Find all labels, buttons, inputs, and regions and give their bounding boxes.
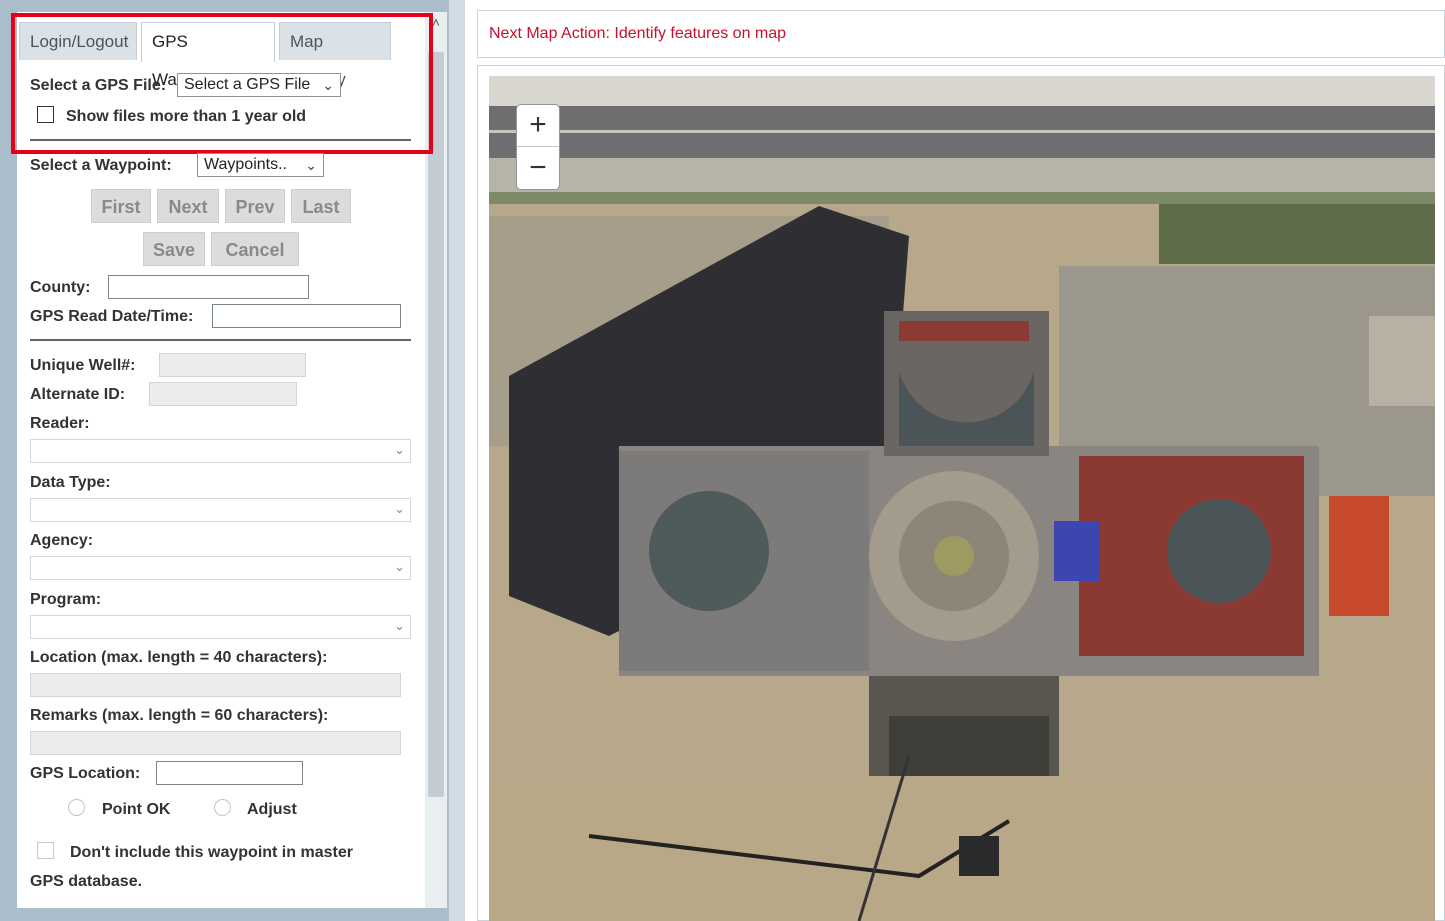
remarks-input[interactable] [30,731,401,755]
gps-file-select-value: Select a GPS File [184,76,311,93]
program-label: Program: [30,591,102,608]
gps-read-datetime-input[interactable] [212,304,401,328]
remarks-label: Remarks (max. length = 60 characters): [30,707,329,724]
panel-scrollbar[interactable]: ˄ [425,12,447,908]
chevron-down-icon: ⌄ [322,77,334,93]
panel-divider[interactable] [449,0,465,921]
adjust-label: Adjust [247,801,297,818]
first-button[interactable]: First [91,189,151,223]
gps-file-label: Select a GPS File: [30,77,167,94]
last-button[interactable]: Last [291,189,351,223]
chevron-down-icon: ⌄ [394,501,405,516]
location-label: Location (max. length = 40 characters): [30,649,328,666]
agency-select[interactable]: ⌄ [30,556,411,580]
show-old-files-checkbox[interactable] [37,106,54,123]
gps-read-datetime-label: GPS Read Date/Time: [30,308,194,325]
zoom-control: + − [516,104,560,190]
chevron-down-icon: ⌄ [394,559,405,574]
cancel-button[interactable]: Cancel [211,232,299,266]
gps-location-label: GPS Location: [30,765,141,782]
alternate-id-input[interactable] [149,382,297,406]
reader-select[interactable]: ⌄ [30,439,411,463]
agency-label: Agency: [30,532,94,549]
tab-login-logout[interactable]: Login/Logout [19,22,137,60]
unique-well-label: Unique Well#: [30,357,136,374]
location-input[interactable] [30,673,401,697]
adjust-radio[interactable] [214,799,231,816]
chevron-down-icon: ⌄ [394,442,405,457]
unique-well-input[interactable] [159,353,306,377]
waypoint-select-value: Waypoints.. [204,156,287,173]
divider [30,139,411,141]
exclude-waypoint-label-line2: GPS database. [30,873,143,890]
alternate-id-label: Alternate ID: [30,386,126,403]
map-action-bar: Next Map Action: Identify features on ma… [477,10,1445,58]
waypoint-label: Select a Waypoint: [30,157,172,174]
point-ok-radio[interactable] [68,799,85,816]
prev-button[interactable]: Prev [225,189,285,223]
scroll-thumb[interactable] [428,52,444,797]
waypoint-select[interactable]: Waypoints.. ⌄ [197,153,324,177]
next-button[interactable]: Next [157,189,219,223]
gps-file-select[interactable]: Select a GPS File ⌄ [177,73,341,97]
reader-label: Reader: [30,415,90,432]
zoom-in-button[interactable]: + [517,105,559,147]
exclude-waypoint-label: Don't include this waypoint in master [70,844,353,861]
scroll-up-icon[interactable]: ˄ [429,16,443,30]
aerial-map[interactable] [489,76,1435,921]
save-button[interactable]: Save [143,232,205,266]
exclude-waypoint-checkbox[interactable] [37,842,54,859]
gps-location-input[interactable] [156,761,303,785]
program-select[interactable]: ⌄ [30,615,411,639]
divider [30,339,411,341]
zoom-out-button[interactable]: − [517,148,559,190]
point-ok-label: Point OK [102,801,171,818]
chevron-down-icon: ⌄ [305,157,317,173]
aerial-imagery [489,76,1435,921]
tab-map-display[interactable]: Map Display [279,22,391,89]
tab-bar: Login/Logout GPS Waypoints Map Display [17,22,425,89]
data-type-label: Data Type: [30,474,111,491]
chevron-down-icon: ⌄ [394,618,405,633]
tab-gps-waypoints[interactable]: GPS Waypoints [141,22,275,89]
data-type-select[interactable]: ⌄ [30,498,411,522]
county-label: County: [30,279,91,296]
show-old-files-label: Show files more than 1 year old [66,108,307,125]
county-input[interactable] [108,275,309,299]
next-map-action-text: Next Map Action: Identify features on ma… [489,25,787,42]
